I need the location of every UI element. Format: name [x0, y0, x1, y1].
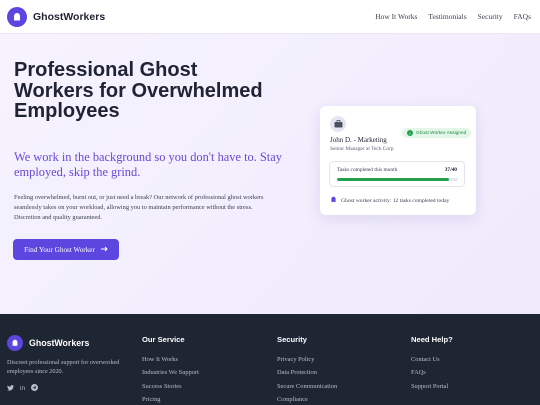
status-badge: ✓ Ghost Worker Assigned — [402, 128, 472, 138]
footer-col-title: Our Service — [142, 335, 185, 344]
nav-links: How It Works Testimonials Security FAQs — [375, 12, 531, 21]
footer-link-data-protection[interactable]: Data Protection — [277, 366, 337, 379]
client-name: John D. - Marketing — [330, 136, 387, 144]
hero-description: Feeling overwhelmed, burnt out, or just … — [14, 194, 264, 221]
task-label: Tasks completed this month — [337, 167, 398, 173]
find-ghost-worker-button[interactable]: Find Your Ghost Worker — [13, 239, 119, 260]
footer-col-title: Need Help? — [411, 335, 453, 344]
footer-link-success-stories[interactable]: Success Stories — [142, 380, 199, 393]
footer-link-how-it-works[interactable]: How It Works — [142, 353, 199, 366]
footer-col-service: Our Service How It Works Industries We S… — [142, 335, 199, 405]
footer-link-support-portal[interactable]: Support Portal — [411, 380, 453, 393]
nav-link-how-it-works[interactable]: How It Works — [375, 12, 417, 21]
arrow-right-icon — [100, 246, 108, 254]
linkedin-icon[interactable]: in — [20, 385, 25, 392]
activity-text: Ghost worker activity: 12 tasks complete… — [341, 197, 450, 204]
task-count: 37/40 — [444, 167, 457, 173]
twitter-icon[interactable] — [7, 384, 14, 393]
badge-label: Ghost Worker Assigned — [416, 130, 467, 136]
activity-line: Ghost worker activity: 12 tasks complete… — [330, 196, 449, 205]
footer: GhostWorkers Discreet professional suppo… — [0, 314, 540, 405]
footer-ghost-logo-icon — [7, 335, 23, 351]
nav-link-faqs[interactable]: FAQs — [514, 12, 531, 21]
ghost-logo-icon[interactable] — [7, 6, 27, 27]
footer-link-contact[interactable]: Contact Us — [411, 353, 453, 366]
footer-brand: GhostWorkers — [29, 338, 90, 348]
footer-description: Discreet professional support for overwo… — [7, 359, 120, 375]
telegram-icon[interactable] — [31, 384, 39, 393]
progress-fill — [337, 178, 449, 181]
footer-link-secure-communication[interactable]: Secure Communication — [277, 380, 337, 393]
brand-name[interactable]: GhostWorkers — [33, 11, 105, 23]
check-icon: ✓ — [407, 130, 413, 136]
top-navbar: GhostWorkers How It Works Testimonials S… — [0, 0, 540, 34]
footer-link-faqs[interactable]: FAQs — [411, 366, 453, 379]
ghost-icon — [330, 196, 337, 205]
progress-bar — [337, 178, 458, 181]
footer-col-help: Need Help? Contact Us FAQs Support Porta… — [411, 335, 453, 393]
briefcase-icon — [330, 116, 346, 132]
client-role: Senior Manager at Tech Corp — [330, 146, 394, 152]
footer-link-pricing[interactable]: Pricing — [142, 393, 199, 405]
task-progress-box: Tasks completed this month 37/40 — [329, 161, 465, 187]
footer-link-privacy[interactable]: Privacy Policy — [277, 353, 337, 366]
nav-link-testimonials[interactable]: Testimonials — [428, 12, 466, 21]
hero-subtitle: We work in the background so you don't h… — [14, 150, 282, 179]
nav-link-security[interactable]: Security — [478, 12, 503, 21]
footer-col-title: Security — [277, 335, 307, 344]
footer-link-industries[interactable]: Industries We Support — [142, 366, 199, 379]
status-card: ✓ Ghost Worker Assigned John D. - Market… — [320, 106, 476, 215]
hero-title: Professional Ghost Workers for Overwhelm… — [14, 59, 263, 122]
cta-label: Find Your Ghost Worker — [24, 245, 95, 254]
social-links: in — [7, 384, 39, 393]
footer-link-compliance[interactable]: Compliance — [277, 393, 337, 405]
footer-col-security: Security Privacy Policy Data Protection … — [277, 335, 337, 405]
